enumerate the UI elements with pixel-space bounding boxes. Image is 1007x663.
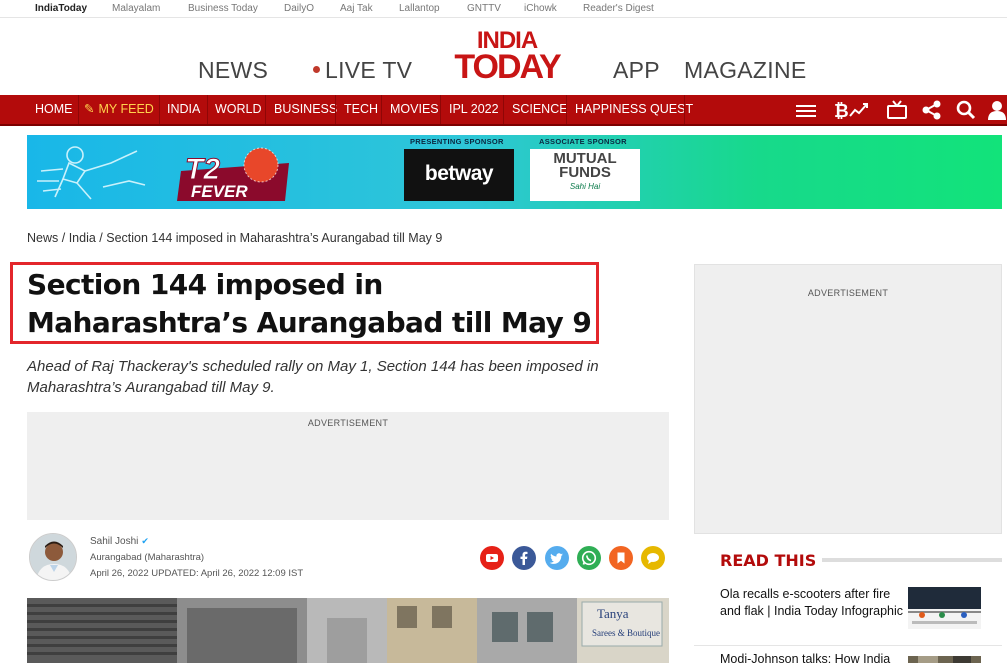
read-this-thumbnail[interactable] — [908, 587, 981, 629]
nav-item-my-feed[interactable]: ✎ MY FEED — [84, 95, 154, 124]
network-link-gnttv[interactable]: GNTTV — [467, 3, 501, 14]
network-link-ichowk[interactable]: iChowk — [524, 3, 557, 14]
share-icon[interactable] — [921, 100, 943, 120]
nav-item-happiness-quest[interactable]: HAPPINESS QUEST — [575, 95, 693, 124]
nav-item-movies[interactable]: MOVIES — [390, 95, 439, 124]
logo-line-2: TODAY — [454, 48, 561, 87]
nav-divider — [381, 95, 382, 124]
presenting-sponsor-label: PRESENTING SPONSOR — [410, 137, 504, 146]
advertisement-slot: ADVERTISEMENT — [27, 412, 669, 520]
betway-logo[interactable]: betway — [404, 149, 514, 201]
page-title: Section 144 imposed in Maharashtra’s Aur… — [27, 268, 592, 339]
network-link-readers-digest[interactable]: Reader's Digest — [583, 3, 654, 14]
network-link-dailyo[interactable]: DailyO — [284, 3, 314, 14]
nav-item-science[interactable]: SCIENCE — [512, 95, 568, 124]
breadcrumb-india[interactable]: India — [69, 231, 96, 245]
nav-divider — [159, 95, 160, 124]
bookmark-icon[interactable] — [609, 546, 633, 570]
svg-text:Tanya: Tanya — [597, 606, 629, 621]
network-bar: IndiaToday Malayalam Business Today Dail… — [0, 0, 1007, 18]
mutual-funds-tagline: Sahi Hai — [569, 182, 601, 191]
nav-divider — [78, 95, 79, 124]
svg-text:₿: ₿ — [834, 101, 849, 120]
mutual-funds-logo[interactable]: MUTUAL FUNDS Sahi Hai — [530, 149, 640, 201]
advertisement-label: ADVERTISEMENT — [307, 418, 389, 428]
nav-news[interactable]: NEWS — [198, 57, 268, 84]
tv-icon[interactable] — [886, 100, 908, 120]
live-dot-icon — [313, 66, 320, 74]
breadcrumb-news[interactable]: News — [27, 231, 58, 245]
india-today-logo[interactable]: INDIA TODAY — [446, 28, 568, 87]
twitter-icon[interactable] — [545, 546, 569, 570]
svg-text:Sarees & Boutique: Sarees & Boutique — [592, 628, 660, 638]
network-link-aajtak[interactable]: Aaj Tak — [340, 3, 373, 14]
mutual-funds-line-2: FUNDS — [559, 164, 611, 181]
author-avatar[interactable] — [29, 533, 77, 581]
nav-divider — [207, 95, 208, 124]
author-location: Aurangabad (Maharashtra) — [90, 552, 205, 563]
nav-magazine[interactable]: MAGAZINE — [684, 57, 807, 84]
author-name-text: Sahil Joshi — [90, 536, 139, 547]
breadcrumb-separator: / — [61, 231, 69, 245]
nav-divider — [265, 95, 266, 124]
publish-date: April 26, 2022 UPDATED: April 26, 2022 1… — [90, 568, 304, 579]
sidebar-advertisement-slot: ADVERTISEMENT — [694, 264, 1002, 534]
nav-live-tv-label: LIVE TV — [325, 57, 413, 83]
network-link-malayalam[interactable]: Malayalam — [112, 3, 160, 14]
nav-divider — [684, 95, 685, 124]
nav-divider — [503, 95, 504, 124]
nav-divider — [335, 95, 336, 124]
sidebar-advertisement-label: ADVERTISEMENT — [807, 288, 889, 298]
author-name[interactable]: Sahil Joshi ✔ — [90, 536, 149, 547]
nav-app[interactable]: APP — [613, 57, 660, 84]
read-this-item[interactable]: Modi-Johnson talks: How India — [720, 651, 905, 663]
user-icon[interactable] — [986, 100, 1007, 120]
network-link-lallantop[interactable]: Lallantop — [399, 3, 440, 14]
nav-divider — [440, 95, 441, 124]
menu-icon[interactable] — [795, 100, 817, 120]
nav-item-my-feed-label: MY FEED — [98, 102, 154, 116]
search-icon[interactable] — [955, 100, 977, 120]
comment-icon[interactable] — [641, 546, 665, 570]
nav-item-ipl[interactable]: IPL 2022 — [449, 95, 499, 124]
nav-item-world[interactable]: WORLD — [215, 95, 262, 124]
whatsapp-icon[interactable] — [577, 546, 601, 570]
read-this-divider — [694, 645, 1002, 646]
breadcrumb: News / India / Section 144 imposed in Ma… — [27, 231, 442, 245]
nav-divider — [566, 95, 567, 124]
main-nav: HOME ✎ MY FEED INDIA WORLD BUSINESS TECH … — [0, 95, 1007, 126]
read-this-underline — [822, 558, 1002, 562]
cricketer-illustration-icon — [37, 146, 146, 200]
read-this-thumbnail[interactable] — [908, 653, 981, 663]
nav-live-tv[interactable]: LIVE TV — [313, 57, 412, 84]
article-summary: Ahead of Raj Thackeray's scheduled rally… — [27, 358, 599, 396]
read-this-item[interactable]: Ola recalls e-scooters after fire and fl… — [720, 586, 905, 620]
breadcrumb-current: Section 144 imposed in Maharashtra’s Aur… — [106, 231, 443, 245]
facebook-icon[interactable] — [512, 546, 536, 570]
nav-item-business[interactable]: BUSINESS — [274, 95, 337, 124]
t20-fever-banner[interactable]: T2 FEVER PRESENTING SPONSOR betway ASSOC… — [27, 135, 1002, 209]
svg-text:FEVER: FEVER — [191, 182, 248, 201]
nav-item-india[interactable]: INDIA — [167, 95, 200, 124]
read-this-heading: READ THIS — [720, 551, 817, 570]
site-header: NEWS LIVE TV INDIA TODAY APP MAGAZINE — [0, 19, 1007, 95]
associate-sponsor-label: ASSOCIATE SPONSOR — [539, 137, 627, 146]
youtube-icon[interactable] — [480, 546, 504, 570]
article-image[interactable]: Tanya Sarees & Boutique — [27, 598, 669, 663]
network-link-indiatoday[interactable]: IndiaToday — [35, 3, 87, 14]
twitter-bird-icon[interactable]: ✔ — [141, 536, 149, 546]
t20-fever-logo-icon: T2 FEVER — [177, 147, 289, 201]
crypto-icon[interactable]: ₿ — [834, 100, 870, 122]
network-link-business-today[interactable]: Business Today — [188, 3, 258, 14]
nav-item-home[interactable]: HOME — [35, 95, 73, 124]
pencil-icon: ✎ — [84, 102, 95, 116]
nav-item-tech[interactable]: TECH — [344, 95, 378, 124]
